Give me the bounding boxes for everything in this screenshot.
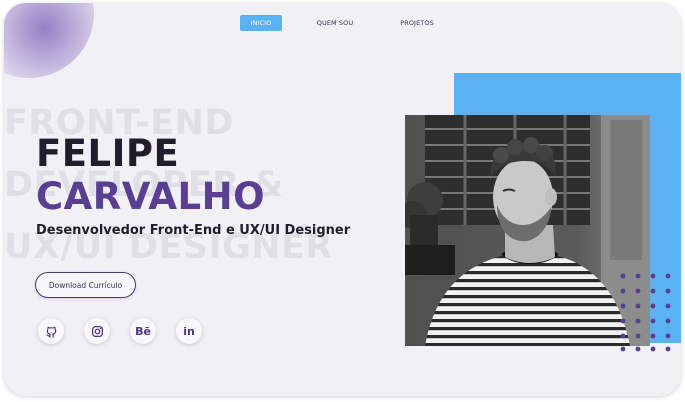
behance-link[interactable]: Bē [130, 318, 156, 344]
portfolio-window: INICIO QUEM SOU PROJETOS FRONT-END DEVEL… [4, 3, 681, 396]
behance-icon: Bē [135, 324, 151, 338]
profile-photo [405, 115, 650, 346]
linkedin-link[interactable]: in [176, 318, 202, 344]
nav-link-projetos[interactable]: PROJETOS [392, 15, 442, 31]
instagram-link[interactable] [84, 318, 110, 344]
profile-photo-illustration [405, 115, 650, 346]
linkedin-icon: in [183, 324, 195, 338]
download-cv-button[interactable]: Download Currículo [35, 272, 136, 298]
github-link[interactable] [38, 318, 64, 344]
github-icon [45, 326, 56, 338]
nav-link-inicio[interactable]: INICIO [240, 15, 282, 31]
name-last: CARVALHO [36, 175, 266, 218]
top-nav: INICIO QUEM SOU PROJETOS [4, 13, 681, 33]
instagram-icon [91, 325, 103, 337]
role-subtitle: Desenvolvedor Front-End e UX/UI Designer [36, 223, 351, 238]
nav-link-quem-sou[interactable]: QUEM SOU [310, 15, 360, 31]
name-first: FELIPE [36, 132, 180, 175]
decorative-dots [620, 273, 671, 352]
